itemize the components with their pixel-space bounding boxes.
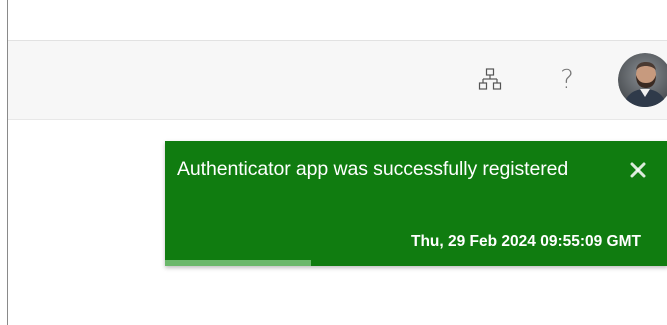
toast-progress-fill xyxy=(165,260,311,266)
toast-timestamp: Thu, 29 Feb 2024 09:55:09 GMT xyxy=(410,233,641,250)
help-icon-glyph: ? xyxy=(560,65,574,95)
avatar[interactable] xyxy=(618,53,667,107)
success-toast: Authenticator app was successfully regis… xyxy=(165,141,667,266)
help-icon[interactable]: ? xyxy=(551,64,583,96)
org-chart-icon[interactable] xyxy=(474,64,506,96)
close-icon-graphic xyxy=(630,162,646,178)
org-chart-icon-graphic xyxy=(478,68,502,90)
toast-message: Authenticator app was successfully regis… xyxy=(177,158,569,180)
user-avatar-icon xyxy=(618,53,667,107)
app-window: ? Authenticator app was successfully reg… xyxy=(7,0,667,325)
toast-progress-track xyxy=(165,260,667,266)
close-icon[interactable] xyxy=(628,160,648,180)
header-bar: ? xyxy=(8,41,667,120)
top-strip xyxy=(8,0,667,41)
